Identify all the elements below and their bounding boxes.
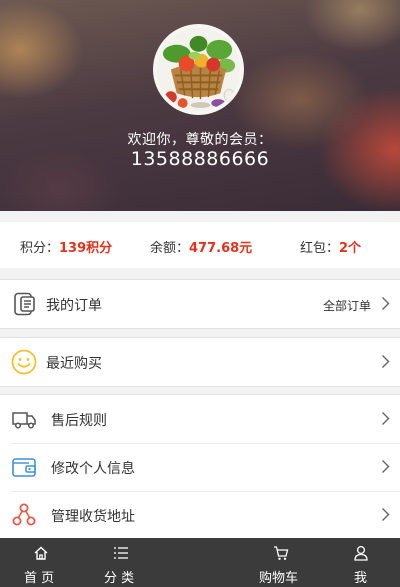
- chevron-right-icon: [381, 459, 390, 474]
- redpacket-label: 红包：: [300, 241, 340, 256]
- redpacket-value: 2个: [339, 241, 362, 256]
- row-divider: [10, 443, 400, 444]
- tab-me-label: 我: [354, 571, 368, 586]
- balance-label: 余额：: [150, 241, 190, 256]
- tab-home[interactable]: 首 页: [12, 538, 70, 587]
- after-sale-rules-row[interactable]: 售后规则: [0, 395, 400, 443]
- redpacket-stat[interactable]: 红包：2个: [300, 237, 361, 256]
- points-value: 139积分: [59, 241, 113, 256]
- manage-address-label: 管理收货地址: [51, 509, 135, 525]
- balance-stat[interactable]: 余额：477.68元: [150, 237, 252, 256]
- edit-profile-row[interactable]: 修改个人信息: [0, 443, 400, 491]
- share-nodes-icon: [11, 502, 37, 528]
- tab-cart[interactable]: 购物车: [252, 538, 310, 587]
- vegetable-basket-avatar: [157, 28, 240, 111]
- order-list-icon: [11, 291, 37, 317]
- welcome-text: 欢迎你，尊敬的会员：: [127, 132, 273, 148]
- chevron-right-icon: [381, 507, 390, 522]
- chevron-right-icon: [381, 354, 390, 369]
- tab-cart-label: 购物车: [259, 571, 299, 586]
- home-icon: [33, 545, 49, 561]
- cart-icon: [273, 545, 289, 561]
- manage-address-row[interactable]: 管理收货地址: [0, 491, 400, 539]
- wallet-card-icon: [11, 454, 37, 480]
- my-orders-row[interactable]: 我的订单 全部订单: [0, 280, 400, 328]
- profile-header: 欢迎你，尊敬的会员： 13588886666: [0, 0, 400, 211]
- edit-profile-label: 修改个人信息: [51, 461, 135, 477]
- list-icon: [113, 545, 129, 561]
- settings-section: 售后规则 修改个人信息 管理收货地址: [0, 394, 400, 540]
- tab-me[interactable]: 我: [332, 538, 390, 587]
- points-stat[interactable]: 积分：139积分: [20, 237, 112, 256]
- recent-purchases-label: 最近购买: [46, 356, 102, 372]
- recent-section: 最近购买: [0, 337, 400, 387]
- my-orders-label: 我的订单: [46, 298, 102, 314]
- truck-icon: [11, 406, 37, 432]
- points-label: 积分：: [20, 241, 60, 256]
- account-stats: 积分：139积分 余额：477.68元 红包：2个: [0, 222, 400, 268]
- member-phone: 13588886666: [130, 148, 270, 170]
- row-divider: [10, 491, 400, 492]
- tab-category-label: 分 类: [104, 571, 135, 586]
- chevron-right-icon: [381, 296, 390, 311]
- after-sale-rules-label: 售后规则: [51, 413, 107, 429]
- user-icon: [353, 545, 369, 561]
- orders-section: 我的订单 全部订单: [0, 279, 400, 329]
- avatar[interactable]: [153, 24, 244, 115]
- balance-value: 477.68元: [189, 241, 253, 256]
- chevron-right-icon: [381, 411, 390, 426]
- smiley-icon: [11, 349, 37, 375]
- all-orders-link[interactable]: 全部订单: [323, 297, 371, 314]
- tab-category[interactable]: 分 类: [92, 538, 150, 587]
- recent-purchases-row[interactable]: 最近购买: [0, 338, 400, 386]
- tab-home-label: 首 页: [24, 571, 55, 586]
- bottom-tab-bar: 首 页 分 类 购物车 我: [0, 538, 400, 587]
